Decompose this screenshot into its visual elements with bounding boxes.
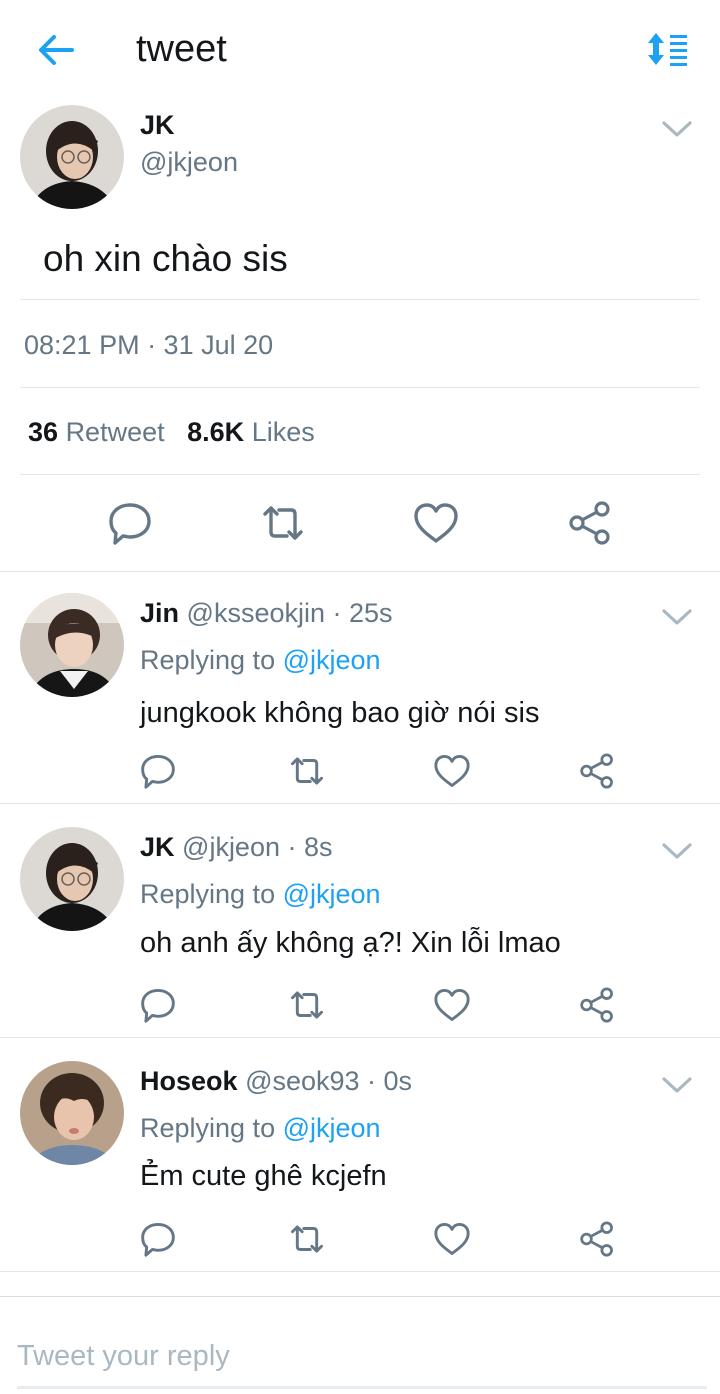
- tweet-text: oh xin chào sis: [43, 238, 288, 279]
- reply-text: Ẻm cute ghê kcjefn: [140, 1160, 387, 1192]
- retweet-button[interactable]: [286, 1218, 328, 1260]
- reply-button[interactable]: [104, 497, 156, 549]
- reply-icon: [141, 1223, 175, 1257]
- share-button[interactable]: [576, 750, 618, 792]
- chevron-down-icon: [662, 1077, 692, 1093]
- divider: [0, 1271, 720, 1272]
- retweet-icon: [291, 757, 323, 785]
- like-count: 8.6K: [187, 417, 245, 447]
- retweet-icon: [291, 1225, 323, 1253]
- tweet-options-button[interactable]: [660, 118, 694, 140]
- reply-icon: [109, 503, 151, 545]
- tweet-stats: 36 Retweet 8.6K Likes: [28, 417, 315, 448]
- reply-options-button[interactable]: [660, 606, 694, 628]
- retweet-icon: [263, 506, 303, 540]
- replying-label: Replying to: [140, 879, 276, 909]
- like-button[interactable]: [410, 497, 462, 549]
- share-icon: [580, 1221, 613, 1257]
- sort-icon: [648, 33, 687, 66]
- reply-options-button[interactable]: [660, 1074, 694, 1096]
- mention-link[interactable]: @jkjeon: [283, 645, 381, 675]
- replying-label: Replying to: [140, 645, 276, 675]
- retweet-button[interactable]: [257, 497, 309, 549]
- reply-button[interactable]: [137, 750, 179, 792]
- mention-link[interactable]: @jkjeon: [283, 1113, 381, 1143]
- reply-button[interactable]: [137, 1218, 179, 1260]
- heart-icon: [434, 1223, 470, 1255]
- divider: [0, 1037, 720, 1038]
- like-button[interactable]: [431, 750, 473, 792]
- divider: [0, 803, 720, 804]
- chevron-down-icon: [662, 843, 692, 859]
- reply-author-line: JK @jkjeon · 8s: [140, 832, 333, 863]
- like-button[interactable]: [431, 984, 473, 1026]
- reply-author-name[interactable]: Jin: [140, 598, 179, 628]
- likes-stat[interactable]: 8.6K Likes: [187, 417, 315, 447]
- replying-to: Replying to @jkjeon: [140, 1113, 381, 1144]
- divider: [20, 387, 700, 388]
- heart-icon: [434, 989, 470, 1021]
- replying-to: Replying to @jkjeon: [140, 879, 381, 910]
- reply-options-button[interactable]: [660, 840, 694, 862]
- share-icon: [580, 987, 613, 1023]
- reply-author-meta: @jkjeon · 8s: [182, 832, 333, 862]
- reply-button[interactable]: [137, 984, 179, 1026]
- reply-text: oh anh ấy không ạ?! Xin lỗi lmao: [140, 927, 561, 959]
- retweet-stat[interactable]: 36 Retweet: [28, 417, 165, 447]
- divider: [20, 474, 700, 475]
- reply-author-line: Hoseok @seok93 · 0s: [140, 1066, 412, 1097]
- sort-button[interactable]: [644, 30, 690, 70]
- share-button[interactable]: [576, 984, 618, 1026]
- tweet-timestamp: 08:21 PM · 31 Jul 20: [24, 330, 274, 360]
- retweet-button[interactable]: [286, 750, 328, 792]
- input-underline: [17, 1386, 707, 1389]
- share-button[interactable]: [576, 1218, 618, 1260]
- likes-label: Likes: [251, 417, 315, 447]
- reply-author-name[interactable]: JK: [140, 832, 175, 862]
- replying-label: Replying to: [140, 1113, 276, 1143]
- reply-author-line: Jin @ksseokjin · 25s: [140, 598, 393, 629]
- avatar[interactable]: [20, 593, 124, 697]
- back-button[interactable]: [34, 30, 78, 70]
- avatar[interactable]: [20, 827, 124, 931]
- divider: [0, 571, 720, 572]
- retweet-count: 36: [28, 417, 59, 447]
- reply-icon: [141, 989, 175, 1023]
- arrow-left-icon: [39, 35, 74, 65]
- share-icon: [569, 501, 610, 545]
- mention-link[interactable]: @jkjeon: [283, 879, 381, 909]
- reply-input[interactable]: Tweet your reply: [17, 1340, 230, 1373]
- chevron-down-icon: [662, 121, 692, 137]
- divider: [20, 299, 700, 300]
- share-icon: [580, 753, 613, 789]
- chevron-down-icon: [662, 609, 692, 625]
- author-handle[interactable]: @jkjeon: [140, 147, 238, 178]
- heart-icon: [414, 503, 458, 543]
- like-button[interactable]: [431, 1218, 473, 1260]
- reply-author-name[interactable]: Hoseok: [140, 1066, 238, 1096]
- author-name[interactable]: JK: [140, 110, 175, 141]
- avatar[interactable]: [20, 105, 124, 209]
- retweet-label: Retweet: [65, 417, 165, 447]
- share-button[interactable]: [564, 497, 616, 549]
- replying-to: Replying to @jkjeon: [140, 645, 381, 676]
- reply-text: jungkook không bao giờ nói sis: [140, 697, 540, 729]
- heart-icon: [434, 755, 470, 787]
- avatar[interactable]: [20, 1061, 124, 1165]
- reply-icon: [141, 755, 175, 789]
- retweet-icon: [291, 991, 323, 1019]
- reply-author-meta: @ksseokjin · 25s: [186, 598, 393, 628]
- reply-author-meta: @seok93 · 0s: [245, 1066, 413, 1096]
- page-title: tweet: [136, 28, 227, 70]
- retweet-button[interactable]: [286, 984, 328, 1026]
